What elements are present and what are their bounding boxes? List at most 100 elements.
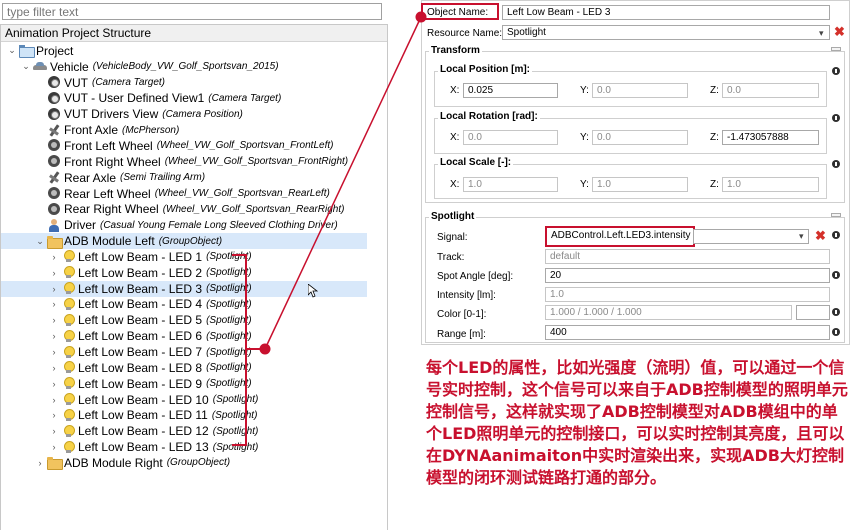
tree-item[interactable]: › Left Low Beam - LED 6 (Spotlight) xyxy=(1,328,367,344)
bulb-icon xyxy=(61,313,75,327)
tree-item[interactable]: Rear Left Wheel (Wheel_VW_Golf_Sportsvan_… xyxy=(1,186,367,202)
tree-item-label: Left Low Beam - LED 1 xyxy=(78,249,203,264)
collapse-toggle-icon[interactable]: › xyxy=(49,268,59,278)
pin-icon[interactable] xyxy=(832,160,840,168)
position-z-field[interactable]: 0.0 xyxy=(722,83,819,98)
tree-item-type: (Spotlight) xyxy=(206,283,252,295)
scale-z-field[interactable]: 1.0 xyxy=(722,177,819,192)
tree-item[interactable]: Front Left Wheel (Wheel_VW_Golf_Sportsvan… xyxy=(1,138,367,154)
tree-item[interactable]: › Left Low Beam - LED 8 (Spotlight) xyxy=(1,360,367,376)
tree-item-label: Left Low Beam - LED 2 xyxy=(78,265,203,280)
signal-field[interactable]: ADBControl.Left.LED3.intensity xyxy=(545,226,695,247)
local-position-title: Local Position [m]: xyxy=(438,64,532,75)
range-field[interactable]: 400 xyxy=(545,325,830,340)
collapse-toggle-icon[interactable]: › xyxy=(49,315,59,325)
collapse-toggle-icon[interactable]: › xyxy=(49,363,59,373)
tree-item[interactable]: Front Right Wheel (Wheel_VW_Golf_Sportsva… xyxy=(1,154,367,170)
tree-item[interactable]: › Left Low Beam - LED 9 (Spotlight) xyxy=(1,376,367,392)
tree-item[interactable]: Rear Right Wheel (Wheel_VW_Golf_Sportsvan… xyxy=(1,202,367,218)
collapse-transform-icon[interactable] xyxy=(831,47,841,51)
tree-item[interactable]: ⌄ Vehicle (VehicleBody_VW_Golf_Sportsvan_2… xyxy=(1,59,367,75)
local-scale-title: Local Scale [-]: xyxy=(438,157,514,168)
tree-item[interactable]: › Left Low Beam - LED 13 (Spotlight) xyxy=(1,439,367,455)
tree-item[interactable]: Driver (Casual Young Female Long Sleeved … xyxy=(1,217,367,233)
spot-angle-field[interactable]: 20 xyxy=(545,268,830,283)
range-label: Range [m]: xyxy=(437,329,486,340)
tree-item[interactable]: › Left Low Beam - LED 2 (Spotlight) xyxy=(1,265,367,281)
intensity-field[interactable]: 1.0 xyxy=(545,287,830,302)
tree-item-type: (Spotlight) xyxy=(212,425,259,437)
tree-item[interactable]: › Left Low Beam - LED 11 (Spotlight) xyxy=(1,408,367,424)
bulb-icon xyxy=(61,266,75,279)
tree-item-label: ADB Module Left xyxy=(64,234,155,249)
wheel-icon xyxy=(47,202,61,216)
transform-title: Transform xyxy=(429,45,482,56)
pin-icon[interactable] xyxy=(832,114,840,122)
tree-item[interactable]: VUT - User Defined View1 (Camera Target) xyxy=(1,91,367,107)
tree-item-type: (Spotlight) xyxy=(206,251,252,263)
collapse-toggle-icon[interactable]: › xyxy=(49,442,59,452)
collapse-toggle-icon[interactable]: › xyxy=(49,284,59,294)
tree-item-type: (Spotlight) xyxy=(211,409,258,421)
tree-item[interactable]: Front Axle (McPherson) xyxy=(1,122,367,138)
color-field[interactable]: 1.000 / 1.000 / 1.000 xyxy=(545,305,792,320)
chevron-down-icon[interactable]: ▾ xyxy=(799,231,804,242)
tree-item[interactable]: › Left Low Beam - LED 5 (Spotlight) xyxy=(1,312,367,328)
collapse-spotlight-icon[interactable] xyxy=(831,213,841,217)
collapse-toggle-icon[interactable]: › xyxy=(49,347,59,357)
resource-name-dropdown[interactable]: Spotlight xyxy=(502,25,830,40)
tree-item[interactable]: › Left Low Beam - LED 7 (Spotlight) xyxy=(1,344,367,360)
x-label: X: xyxy=(450,132,460,143)
rotation-y-field[interactable]: 0.0 xyxy=(592,130,688,145)
rotation-z-field[interactable]: -1.473057888 xyxy=(722,130,819,145)
clear-resource-icon[interactable]: ✖ xyxy=(834,24,845,40)
collapse-toggle-icon[interactable]: › xyxy=(49,299,59,309)
tree-item[interactable]: › ADB Module Right (GroupObject) xyxy=(1,455,367,471)
expand-toggle-icon[interactable]: ⌄ xyxy=(35,236,45,247)
tree-item[interactable]: › Left Low Beam - LED 1 (Spotlight) xyxy=(1,249,367,265)
collapse-toggle-icon[interactable]: › xyxy=(49,426,59,436)
pin-icon[interactable] xyxy=(832,308,840,316)
collapse-toggle-icon[interactable]: › xyxy=(49,331,59,341)
tree-item[interactable]: VUT (Camera Target) xyxy=(1,75,367,91)
signal-dropdown[interactable] xyxy=(693,229,809,244)
collapse-toggle-icon[interactable]: › xyxy=(49,410,59,420)
tree-item[interactable]: › Left Low Beam - LED 10 (Spotlight) xyxy=(1,392,367,408)
position-y-field[interactable]: 0.0 xyxy=(592,83,688,98)
axle-icon xyxy=(47,171,61,184)
tree-item[interactable]: ⌄ ADB Module Left (GroupObject) xyxy=(1,233,367,249)
pin-icon[interactable] xyxy=(832,231,840,239)
clear-signal-icon[interactable]: ✖ xyxy=(815,228,826,244)
tree-item-label: Rear Left Wheel xyxy=(64,186,151,201)
color-swatch[interactable] xyxy=(796,305,830,320)
collapse-toggle-icon[interactable]: › xyxy=(35,458,45,468)
bulb-icon xyxy=(61,440,75,454)
expand-toggle-icon[interactable]: ⌄ xyxy=(7,45,17,56)
pin-icon[interactable] xyxy=(832,328,840,336)
tree-item-label: VUT xyxy=(64,75,88,90)
pin-icon[interactable] xyxy=(832,67,840,75)
tree-item-label: Left Low Beam - LED 13 xyxy=(78,440,209,455)
tree-item-type: (Spotlight) xyxy=(212,441,259,453)
tree-item-label: Vehicle xyxy=(50,59,89,74)
tree-item-type: (Spotlight) xyxy=(206,378,252,390)
pin-icon[interactable] xyxy=(832,271,840,279)
tree-item[interactable]: Rear Axle (Semi Trailing Arm) xyxy=(1,170,367,186)
object-name-field[interactable]: Left Low Beam - LED 3 xyxy=(502,5,830,20)
scale-y-field[interactable]: 1.0 xyxy=(592,177,688,192)
tree-item[interactable]: › Left Low Beam - LED 4 (Spotlight) xyxy=(1,297,367,313)
scale-x-field[interactable]: 1.0 xyxy=(463,177,558,192)
position-x-field[interactable]: 0.025 xyxy=(463,83,558,98)
rotation-x-field[interactable]: 0.0 xyxy=(463,130,558,145)
tree-item[interactable]: › Left Low Beam - LED 12 (Spotlight) xyxy=(1,423,367,439)
track-field[interactable]: default xyxy=(545,249,830,264)
filter-input[interactable] xyxy=(2,3,382,20)
collapse-toggle-icon[interactable]: › xyxy=(49,395,59,405)
collapse-toggle-icon[interactable]: › xyxy=(49,379,59,389)
tree-item[interactable]: ⌄ Project xyxy=(1,43,367,59)
chevron-down-icon[interactable]: ▾ xyxy=(819,28,824,39)
expand-toggle-icon[interactable]: ⌄ xyxy=(21,61,31,72)
bulb-icon xyxy=(61,297,75,311)
tree-item[interactable]: VUT Drivers View (Camera Position) xyxy=(1,106,367,122)
collapse-toggle-icon[interactable]: › xyxy=(49,252,59,262)
